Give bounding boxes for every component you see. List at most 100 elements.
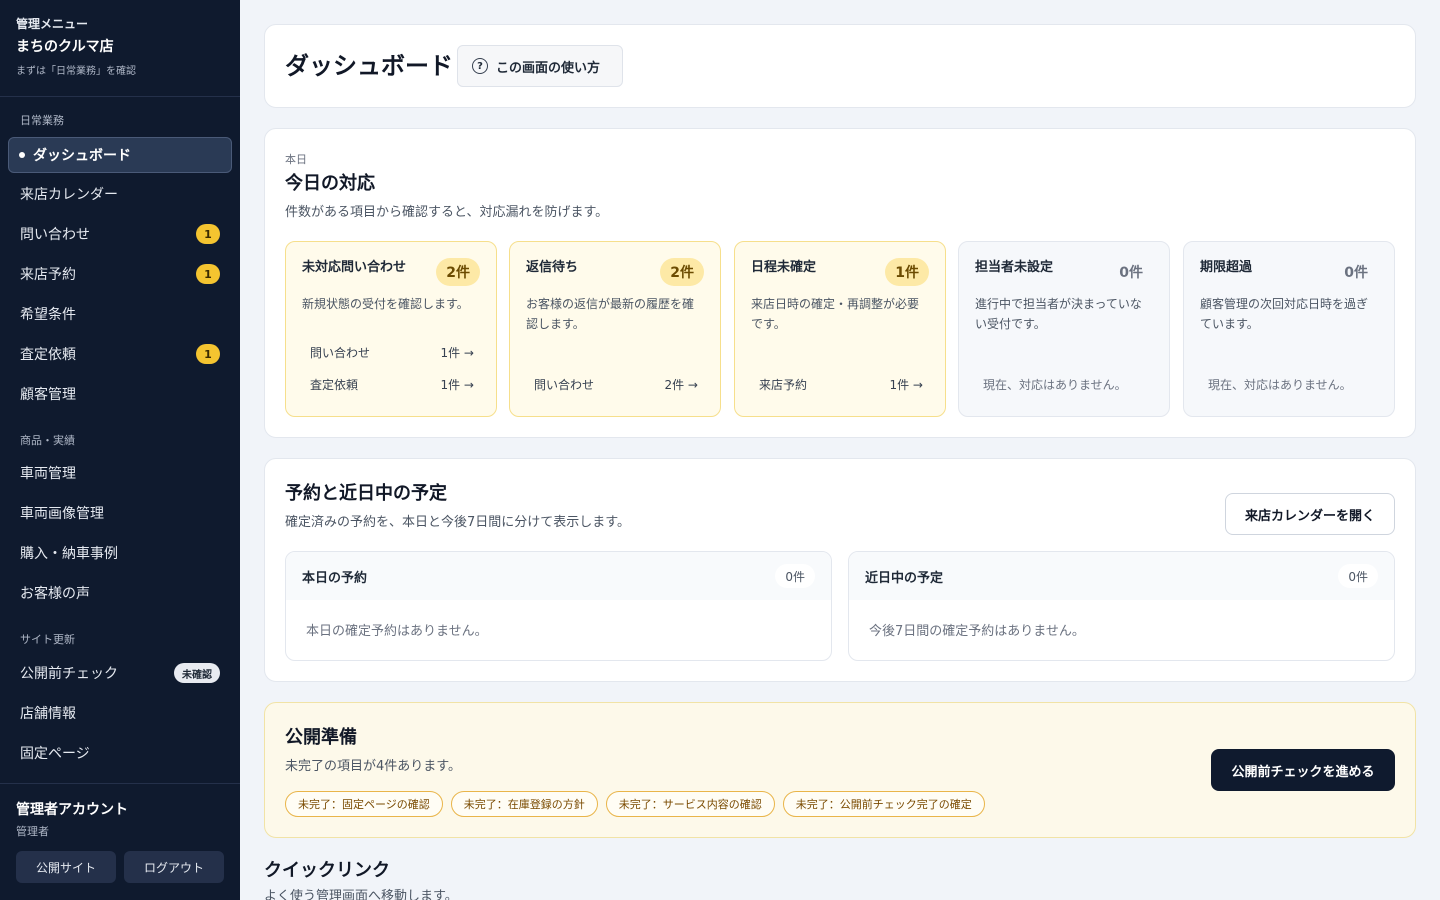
- section-kicker: 本日: [285, 153, 307, 166]
- sidebar-item-vehicle-images[interactable]: 車両画像管理: [8, 495, 232, 531]
- active-dot-icon: [19, 152, 25, 158]
- status-badge: 未確認: [174, 663, 220, 683]
- incomplete-chips: 未完了：固定ページの確認 未完了：在庫登録の方針 未完了：サービス内容の確認 未…: [285, 791, 985, 817]
- task-link-value: 1件 →: [889, 378, 923, 392]
- section-title: 今日の対応: [285, 173, 375, 194]
- task-count-badge: 0件: [1344, 265, 1368, 281]
- task-link-label: 査定依頼: [310, 378, 359, 392]
- account-role: 管理者: [16, 825, 49, 838]
- count-badge: 1: [196, 344, 220, 364]
- sidebar-item-store-info[interactable]: 店舗情報: [8, 695, 232, 731]
- store-name: まちのクルマ店: [16, 39, 114, 55]
- task-count-badge: 2件: [660, 258, 704, 286]
- task-card-unassigned: 担当者未設定 0件 進行中で担当者が決まっていない受付です。 現在、対応はありま…: [958, 241, 1170, 417]
- task-link-value: 1件 →: [440, 346, 474, 360]
- task-link-value: 2件 →: [664, 378, 698, 392]
- task-empty-message: 現在、対応はありません。: [983, 378, 1127, 392]
- task-link-inquiries[interactable]: 問い合わせ 2件 →: [534, 376, 698, 396]
- nav-section-site: サイト更新: [20, 633, 75, 646]
- task-count-badge: 2件: [436, 258, 480, 286]
- task-link-label: 問い合わせ: [534, 378, 595, 392]
- task-count-badge: 1件: [885, 258, 929, 286]
- help-button-label: この画面の使い方: [496, 60, 601, 76]
- sidebar-item-label: 問い合わせ: [20, 227, 90, 243]
- task-link-label: 来店予約: [759, 378, 808, 392]
- sidebar-item-label: 来店カレンダー: [20, 187, 118, 203]
- task-link-appraisal[interactable]: 査定依頼 1件 →: [310, 376, 474, 396]
- sidebar-item-label: 購入・納車事例: [20, 546, 118, 562]
- quick-links-title: クイックリンク: [264, 860, 390, 881]
- question-circle-icon: ?: [472, 58, 488, 74]
- nav-section-daily: 日常業務: [20, 114, 64, 127]
- sidebar-item-vehicles[interactable]: 車両管理: [8, 455, 232, 491]
- panel-count-badge: 0件: [1338, 564, 1378, 588]
- sidebar-item-cases[interactable]: 購入・納車事例: [8, 535, 232, 571]
- quick-links-description: よく使う管理画面へ移動します。: [264, 889, 458, 900]
- sidebar-item-reviews[interactable]: お客様の声: [8, 575, 232, 611]
- task-description: 新規状態の受付を確認します。: [302, 297, 469, 311]
- sidebar-item-calendar[interactable]: 来店カレンダー: [8, 176, 232, 212]
- sidebar-item-customers[interactable]: 顧客管理: [8, 376, 232, 412]
- sidebar-item-label: 査定依頼: [20, 347, 76, 363]
- open-calendar-button[interactable]: 来店カレンダーを開く: [1225, 493, 1395, 535]
- incomplete-chip: 未完了：公開前チェック完了の確定: [782, 791, 985, 817]
- sidebar-item-preferences[interactable]: 希望条件: [8, 296, 232, 332]
- section-title: 公開準備: [285, 727, 357, 748]
- proceed-precheck-button[interactable]: 公開前チェックを進める: [1211, 749, 1395, 791]
- schedule-section: 予約と近日中の予定 確定済みの予約を、本日と今後7日間に分けて表示します。 来店…: [264, 458, 1416, 682]
- panel-title: 本日の予約: [286, 552, 831, 600]
- page-title: ダッシュボード: [285, 52, 453, 80]
- sidebar-item-label: 希望条件: [20, 307, 76, 323]
- panel-title: 近日中の予定: [849, 552, 1394, 600]
- section-description: 確定済みの予約を、本日と今後7日間に分けて表示します。: [285, 515, 630, 530]
- incomplete-chip: 未完了：固定ページの確認: [285, 791, 443, 817]
- sidebar-hint: まずは「日常業務」を確認: [16, 66, 136, 77]
- task-link-inquiries[interactable]: 問い合わせ 1件 →: [310, 344, 474, 364]
- task-link-label: 問い合わせ: [310, 346, 371, 360]
- sidebar: 管理メニュー まちのクルマ店 まずは「日常業務」を確認 日常業務 ダッシュボード…: [0, 0, 240, 900]
- panel-count-badge: 0件: [775, 564, 815, 588]
- today-reservations-panel: 本日の予約 0件 本日の確定予約はありません。: [285, 551, 832, 661]
- section-description: 件数がある項目から確認すると、対応漏れを防げます。: [285, 205, 609, 220]
- help-button[interactable]: ? この画面の使い方: [457, 45, 623, 87]
- sidebar-item-reservations[interactable]: 来店予約 1: [8, 256, 232, 292]
- task-card-unhandled[interactable]: 未対応問い合わせ 2件 新規状態の受付を確認します。 問い合わせ 1件 → 査定…: [285, 241, 497, 417]
- sidebar-item-appraisal[interactable]: 査定依頼 1: [8, 336, 232, 372]
- logout-button[interactable]: ログアウト: [124, 851, 224, 883]
- publish-section: 公開準備 未完了の項目が4件あります。 公開前チェックを進める 未完了：固定ペー…: [264, 702, 1416, 838]
- sidebar-item-fixed-pages[interactable]: 固定ページ: [8, 735, 232, 771]
- sidebar-item-label: 店舗情報: [20, 706, 76, 722]
- task-card-unscheduled[interactable]: 日程未確定 1件 来店日時の確定・再調整が必要です。 来店予約 1件 →: [734, 241, 946, 417]
- sidebar-item-label: 公開前チェック: [20, 666, 118, 682]
- sidebar-item-label: 来店予約: [20, 267, 76, 283]
- task-count-badge: 0件: [1119, 265, 1143, 281]
- task-link-reservations[interactable]: 来店予約 1件 →: [759, 376, 923, 396]
- public-site-button[interactable]: 公開サイト: [16, 851, 116, 883]
- task-description: 顧客管理の次回対応日時を過ぎています。: [1200, 297, 1369, 331]
- account-name: 管理者アカウント: [16, 802, 128, 818]
- sidebar-item-label: 固定ページ: [20, 746, 90, 762]
- count-badge: 1: [196, 224, 220, 244]
- incomplete-chip: 未完了：サービス内容の確認: [605, 791, 775, 817]
- sidebar-item-dashboard[interactable]: ダッシュボード: [8, 137, 232, 173]
- sidebar-item-label: 顧客管理: [20, 387, 76, 403]
- count-badge: 1: [196, 264, 220, 284]
- task-card-overdue: 期限超過 0件 顧客管理の次回対応日時を過ぎています。 現在、対応はありません。: [1183, 241, 1395, 417]
- task-description: 進行中で担当者が決まっていない受付です。: [975, 297, 1142, 331]
- sidebar-item-inquiries[interactable]: 問い合わせ 1: [8, 216, 232, 252]
- menu-kicker: 管理メニュー: [16, 17, 89, 31]
- brand-block: 管理メニュー まちのクルマ店 まずは「日常業務」を確認: [0, 0, 240, 97]
- sidebar-item-precheck[interactable]: 公開前チェック 未確認: [8, 655, 232, 691]
- nav-section-products: 商品・実績: [20, 434, 75, 447]
- panel-empty-message: 本日の確定予約はありません。: [306, 624, 488, 639]
- panel-empty-message: 今後7日間の確定予約はありません。: [869, 624, 1085, 639]
- account-panel: 管理者アカウント 管理者 公開サイト ログアウト: [0, 783, 240, 900]
- task-empty-message: 現在、対応はありません。: [1208, 378, 1352, 392]
- task-card-awaiting-reply[interactable]: 返信待ち 2件 お客様の返信が最新の履歴を確認します。 問い合わせ 2件 →: [509, 241, 721, 417]
- upcoming-reservations-panel: 近日中の予定 0件 今後7日間の確定予約はありません。: [848, 551, 1395, 661]
- task-description: 来店日時の確定・再調整が必要です。: [751, 297, 920, 331]
- sidebar-item-label: 車両管理: [20, 466, 76, 482]
- task-link-value: 1件 →: [440, 378, 474, 392]
- sidebar-item-label: お客様の声: [20, 586, 90, 602]
- today-section: 本日 今日の対応 件数がある項目から確認すると、対応漏れを防げます。 未対応問い…: [264, 128, 1416, 438]
